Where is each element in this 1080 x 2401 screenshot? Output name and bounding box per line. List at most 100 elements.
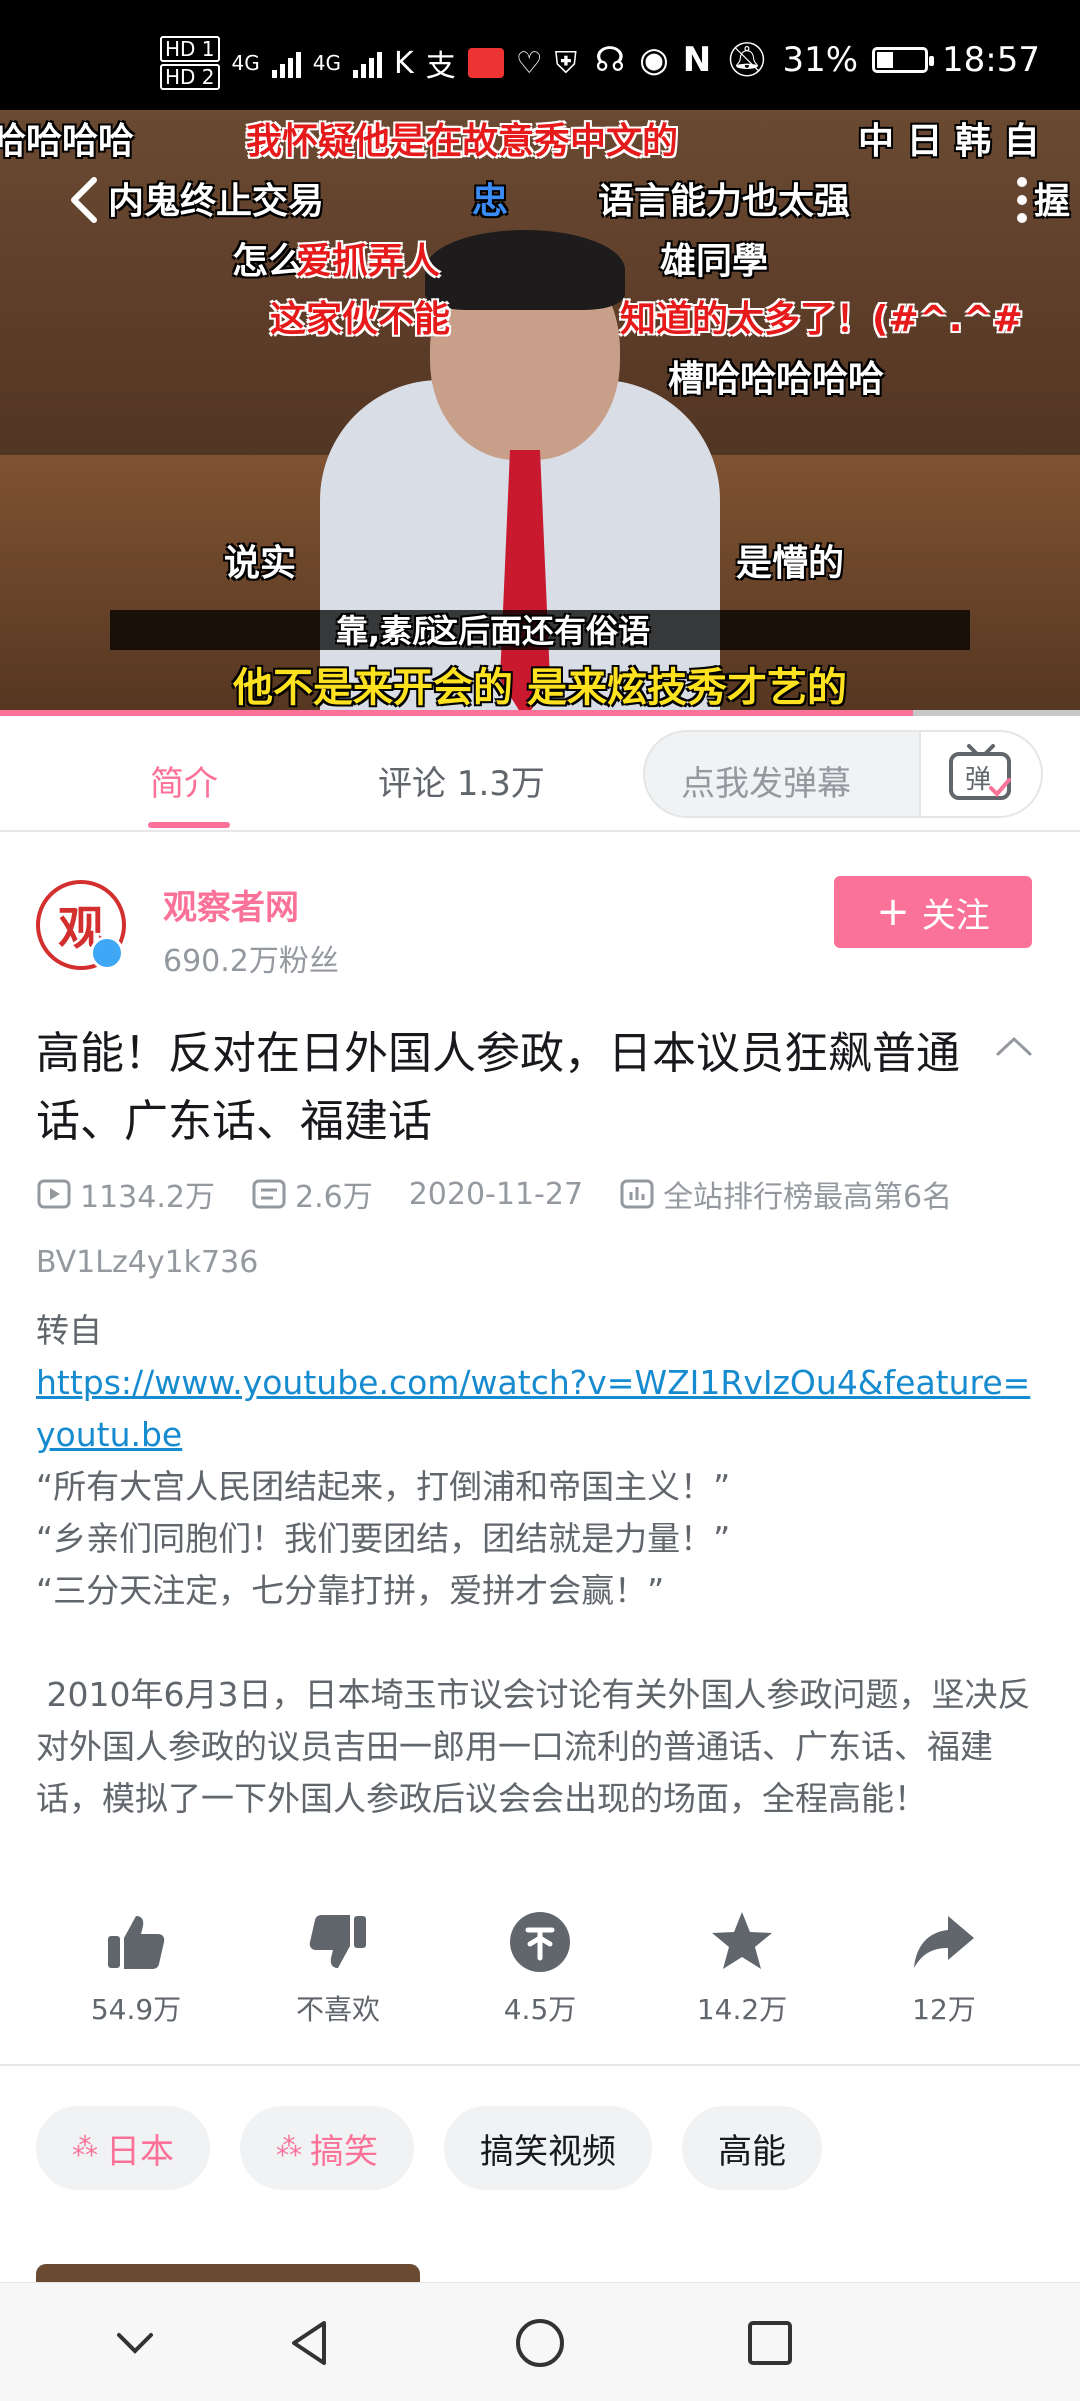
health-icon: ♡: [515, 45, 543, 81]
more-options-icon[interactable]: [1010, 170, 1034, 230]
verified-badge-icon: [90, 936, 124, 970]
clock: 18:57: [942, 40, 1040, 80]
chevron-up-icon[interactable]: [996, 1036, 1032, 1056]
danmaku-item: 我怀疑他是在故意秀中文的: [246, 121, 679, 162]
signal-icon-2: [353, 48, 382, 78]
danmaku-count: 2.6万: [294, 1180, 373, 1215]
action-bar: 54.9万 不喜欢 4.5万 14.2万 12万: [0, 1908, 1080, 2038]
battery-icon: [872, 47, 935, 73]
plus-icon: +: [876, 889, 910, 935]
danmaku-item: 是懵的: [736, 543, 845, 584]
favorite-button[interactable]: 14.2万: [672, 1908, 812, 2028]
tag-item[interactable]: 搞笑视频: [444, 2106, 652, 2190]
tag-label: 搞笑视频: [480, 2131, 616, 2172]
shield-icon: ⛨: [554, 45, 578, 81]
video-title: 高能！反对在日外国人参政，日本议员狂飙普通话、广东话、福建话: [36, 1028, 960, 1147]
favorite-count: 14.2万: [696, 1993, 788, 2026]
back-arrow-icon[interactable]: [56, 170, 116, 230]
nav-recents-icon[interactable]: [740, 2313, 800, 2373]
thumbs-down-icon: [309, 1915, 366, 1968]
share-arrow-icon: [914, 1916, 974, 1968]
danmaku-item: 爱抓弄人: [296, 241, 441, 282]
share-count: 12万: [912, 1993, 976, 2026]
danmaku-count-icon: [252, 1179, 286, 1209]
danmaku-input[interactable]: 点我发弹幕 弹: [643, 730, 1043, 818]
network-type-1: 4G: [231, 51, 260, 75]
dislike-button[interactable]: 不喜欢: [268, 1908, 408, 2028]
danmaku-item: 中 日 韩 自: [858, 121, 1040, 162]
collapse-down-icon[interactable]: [105, 2313, 165, 2373]
section-divider: [0, 2064, 1080, 2066]
description-text: 2010年6月3日，日本埼玉市议会讨论有关外国人参政问题，坚决反对外国人参政的议…: [36, 1675, 1031, 1818]
status-bar: HD 1 HD 2 4G 4G K 支 ♡ ⛨ ☊ ◉ N 🔕︎ 31% 18:…: [0, 0, 1080, 110]
tab-active-indicator: [148, 822, 230, 828]
nav-back-icon[interactable]: [280, 2313, 340, 2373]
source-link[interactable]: https://www.youtube.com/watch?v=WZI1RvIz…: [36, 1363, 1030, 1454]
dislike-label: 不喜欢: [295, 1993, 380, 2026]
view-count: 1134.2万: [80, 1180, 215, 1215]
hot-tag-icon: ⁂: [276, 2133, 302, 2163]
tag-label: 高能: [718, 2131, 786, 2172]
k-app-icon: K: [394, 45, 414, 81]
tag-list: ⁂ 日本 ⁂ 搞笑 搞笑视频 高能: [36, 2106, 822, 2190]
uploader-fans: 690.2万粉丝: [163, 944, 339, 979]
tab-intro[interactable]: 简介: [150, 756, 218, 805]
quote-line: “所有大宫人民团结起来，打倒浦和帝国主义！”: [36, 1467, 731, 1506]
hd2-indicator: HD 2: [160, 64, 220, 90]
hot-tag-icon: ⁂: [72, 2133, 98, 2163]
video-subtitle: 他不是来开会的 是来炫技秀才艺的: [233, 665, 847, 711]
video-description: 转自 https://www.youtube.com/watch?v=WZI1R…: [36, 1305, 1046, 1825]
danmaku-tv-icon: 弹: [949, 744, 1011, 800]
like-count: 54.9万: [90, 1993, 182, 2026]
uploader-name[interactable]: 观察者网: [163, 880, 299, 929]
video-player[interactable]: 哈哈哈哈 我怀疑他是在故意秀中文的 中 日 韩 自 内鬼终止交易 忠 语言能力也…: [0, 110, 1080, 715]
follow-label: 关注: [921, 895, 990, 936]
danmaku-item: 忠: [472, 181, 509, 222]
coin-count: 4.5万: [503, 1993, 577, 2026]
danmaku-button-label: 弹: [965, 765, 991, 795]
ranking-text[interactable]: 全站排行榜最高第6名: [663, 1172, 952, 1216]
play-count-icon: [37, 1179, 71, 1209]
danmaku-item: 槽哈哈哈哈哈: [668, 359, 885, 400]
repost-label: 转自: [36, 1311, 102, 1350]
tag-label: 日本: [106, 2131, 174, 2172]
danmaku-item: 雄同學: [660, 241, 769, 282]
alipay-icon: 支: [425, 49, 456, 84]
danmaku-item: 说实: [224, 543, 297, 584]
danmaku-item: 知道的太多了！(#^.^#: [620, 299, 1023, 340]
publish-date: 2020-11-27: [408, 1176, 584, 1212]
thumbs-up-icon: [108, 1916, 165, 1969]
coin-button[interactable]: 4.5万: [470, 1908, 610, 2028]
hd1-indicator: HD 1: [160, 36, 220, 62]
danmaku-input-placeholder: 点我发弹幕: [681, 764, 851, 804]
system-nav-bar: [0, 2282, 1080, 2401]
danmaku-item: 哈哈哈哈: [0, 121, 135, 162]
tab-comments[interactable]: 评论 1.3万: [378, 756, 545, 805]
tag-item[interactable]: ⁂ 日本: [36, 2106, 210, 2190]
network-type-2: 4G: [312, 51, 341, 75]
ranking-icon: [620, 1179, 654, 1209]
star-icon: [712, 1912, 772, 1969]
danmaku-item: 这后面还有俗语: [426, 612, 651, 650]
video-stats: 1134.2万 2.6万 2020-11-27 全站排行榜最高第6名: [36, 1172, 988, 1216]
quote-line: “乡亲们同胞们！我们要团结，团结就是力量！”: [36, 1519, 731, 1558]
danmaku-item: 怎么: [232, 241, 305, 282]
coin-icon: [510, 1912, 570, 1972]
mute-icon: 🔕︎: [725, 40, 769, 80]
tag-label: 搞笑: [310, 2131, 378, 2172]
signal-icon: [271, 48, 301, 78]
tag-item[interactable]: 高能: [682, 2106, 822, 2190]
share-button[interactable]: 12万: [874, 1908, 1014, 2028]
nav-home-icon[interactable]: [510, 2313, 570, 2373]
quote-line: “三分天注定，七分靠打拼，爱拼才会赢！”: [36, 1571, 665, 1610]
danmaku-toggle-button[interactable]: 弹: [919, 732, 1041, 816]
like-button[interactable]: 54.9万: [66, 1908, 206, 2028]
bvid: BV1Lz4y1k736: [36, 1245, 259, 1280]
battery-percent: 31%: [782, 40, 859, 80]
follow-button[interactable]: + 关注: [834, 876, 1032, 948]
eye-icon: ◉: [639, 40, 669, 80]
danmaku-item: 握: [1034, 181, 1071, 222]
nfc-icon: N: [682, 40, 712, 80]
danmaku-item: 语言能力也太强: [598, 181, 851, 222]
tag-item[interactable]: ⁂ 搞笑: [240, 2106, 414, 2190]
